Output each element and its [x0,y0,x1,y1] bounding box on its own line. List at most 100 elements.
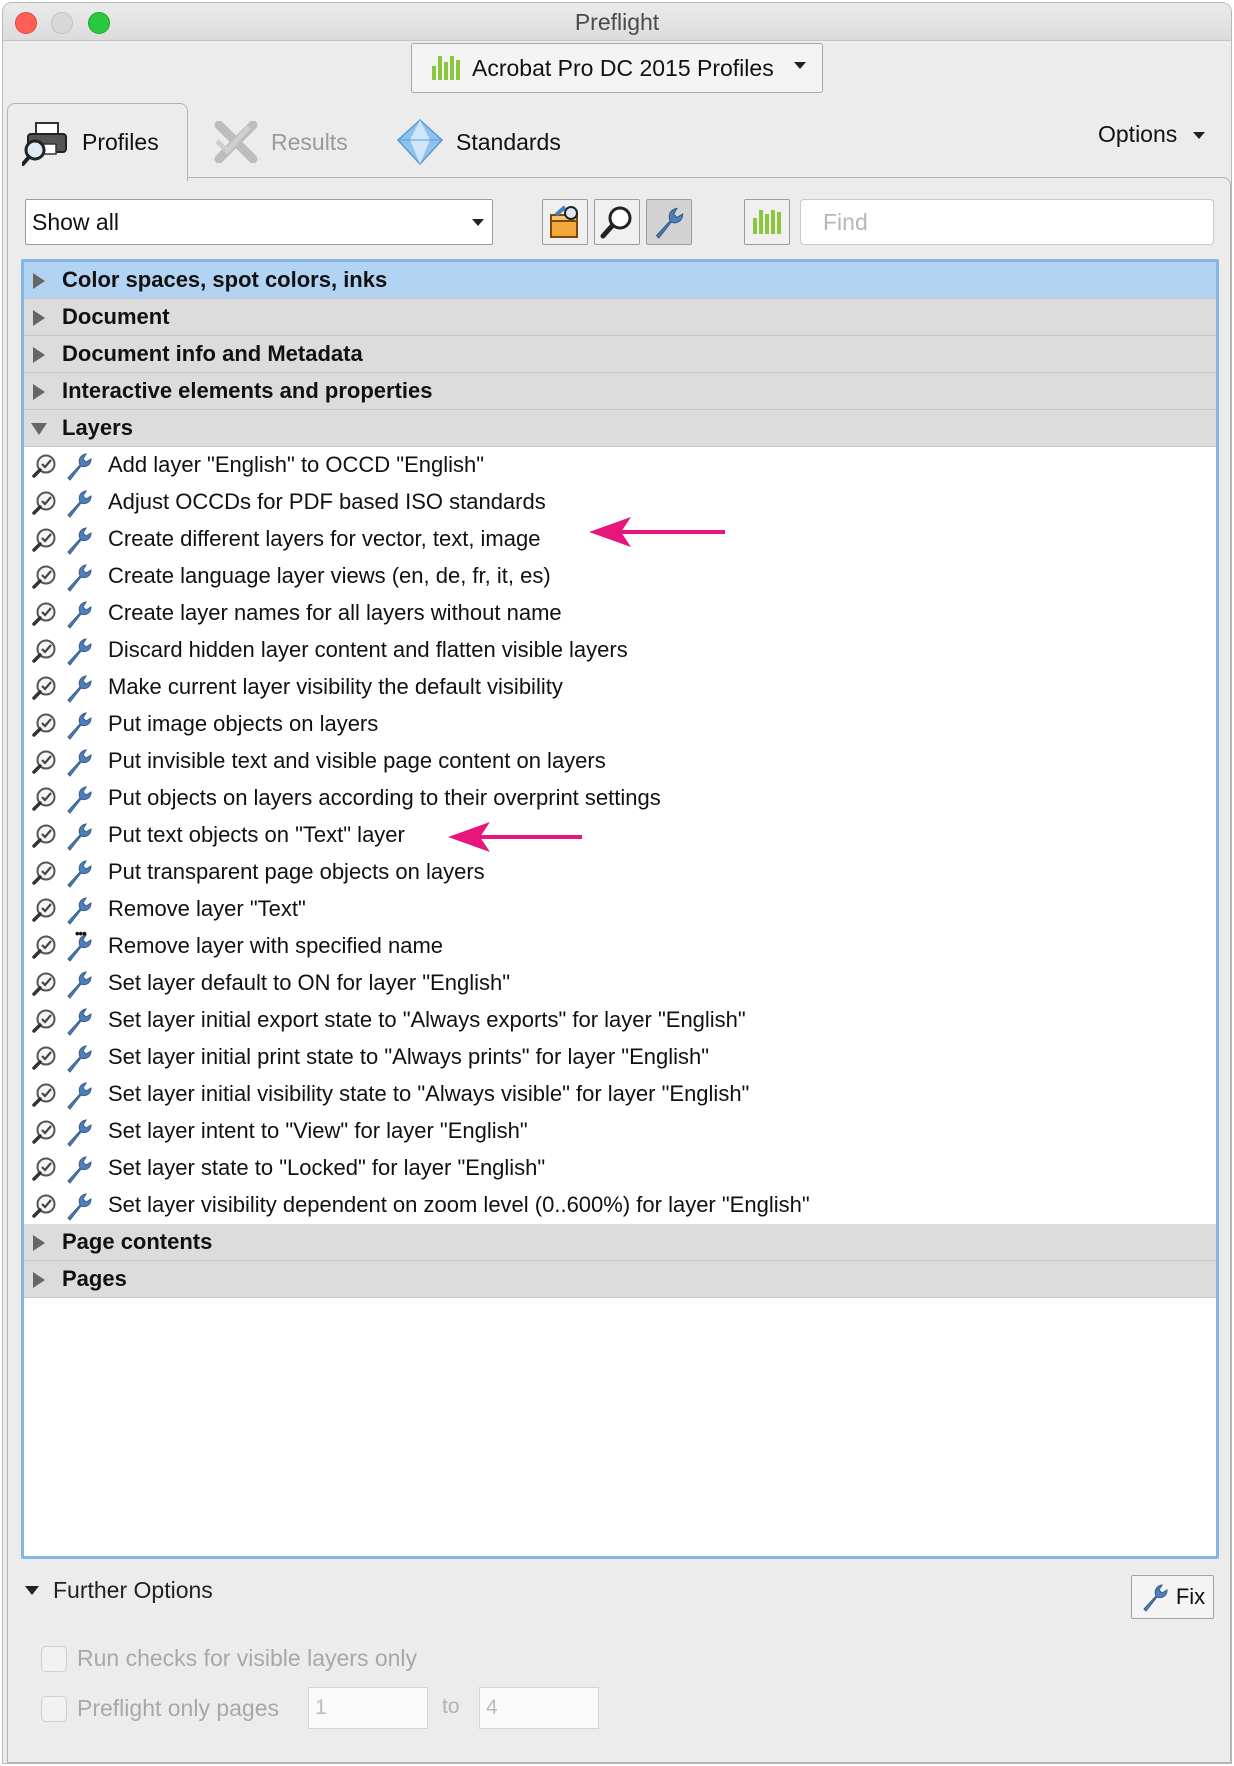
tab-results[interactable]: Results [213,103,348,181]
tab-profiles[interactable]: Profiles [7,103,188,181]
fixup-row[interactable]: Create language layer views (en, de, fr,… [24,558,1216,595]
fix-button[interactable]: Fix [1131,1575,1214,1619]
fixups-list-body: Color spaces, spot colors, inks Document D… [24,262,1216,1298]
fixup-row[interactable]: Remove layer "Text" [24,891,1216,928]
disclosure-right-icon[interactable] [33,1235,45,1251]
category-row[interactable]: Page contents [24,1224,1216,1261]
check-magnifier-icon [32,564,58,590]
title-bar: Preflight [3,3,1231,41]
visible-layers-only-checkbox[interactable] [41,1645,67,1672]
fixup-row[interactable]: Create layer names for all layers withou… [24,595,1216,632]
wrench-icon [64,599,94,629]
category-label: Interactive elements and properties [62,378,433,403]
check-magnifier-icon [32,1119,58,1145]
further-options-toggle[interactable]: Further Options [25,1577,213,1604]
fixup-row[interactable]: Make current layer visibility the defaul… [24,669,1216,706]
fixup-label: Put text objects on "Text" layer [108,822,405,847]
wrench-icon [64,858,94,888]
show-checks-button[interactable] [594,199,640,245]
fixup-label: Set layer initial visibility state to "A… [108,1081,750,1106]
annotation-arrow [589,517,725,547]
wrench-icon [64,1006,94,1036]
fixup-row[interactable]: Put text objects on "Text" layer [24,817,1216,854]
fixup-label: Add layer "English" to OCCD "English" [108,452,485,477]
wrench-icon [64,969,94,999]
create-profile-button[interactable] [542,199,588,245]
category-row[interactable]: Document info and Metadata [24,336,1216,373]
wrench-icon [64,895,94,925]
chevron-down-icon [472,219,484,226]
tab-standards[interactable]: Standards [396,103,561,181]
disclosure-down-icon[interactable] [31,423,47,435]
category-label: Page contents [62,1229,213,1254]
fixup-row[interactable]: Set layer state to "Locked" for layer "E… [24,1150,1216,1187]
fixup-row[interactable]: Put transparent page objects on layers [24,854,1216,891]
preflight-only-pages-checkbox[interactable] [41,1695,67,1722]
fixup-row[interactable]: Set layer initial print state to "Always… [24,1039,1216,1076]
wrench-icon [64,1080,94,1110]
category-row[interactable]: Color spaces, spot colors, inks [24,262,1216,299]
preflight-only-pages-label: Preflight only pages [77,1695,280,1721]
wrench-icon [652,205,686,239]
disclosure-right-icon[interactable] [33,1272,45,1288]
check-magnifier-icon [32,897,58,923]
fixup-row[interactable]: Set layer default to ON for layer "Engli… [24,965,1216,1002]
fixup-row[interactable]: ••• Remove layer with specified name [24,926,1216,965]
category-row[interactable]: Document [24,299,1216,336]
further-options-label: Further Options [53,1577,213,1603]
fixup-row[interactable]: Set layer initial export state to "Alway… [24,1002,1216,1039]
category-label: Document info and Metadata [62,341,363,366]
filter-value: Show all [32,208,119,235]
fix-button-label: Fix [1175,1584,1206,1609]
page-from-input[interactable]: 1 [308,1687,428,1729]
profile-library-dropdown[interactable]: Acrobat Pro DC 2015 Profiles [411,43,823,93]
diamond-icon [396,118,444,166]
preflight-window: Preflight Acrobat Pro DC 2015 Profiles P… [2,2,1232,1764]
fixup-row[interactable]: Set layer visibility dependent on zoom l… [24,1187,1216,1224]
check-magnifier-icon [32,823,58,849]
fixup-row[interactable]: Add layer "English" to OCCD "English" [24,447,1216,484]
page-to-input[interactable]: 4 [479,1687,599,1729]
fixups-list[interactable]: Color spaces, spot colors, inks Document D… [21,259,1219,1559]
show-fixups-button[interactable] [646,199,692,245]
profile-bars-icon [432,56,460,80]
search-input[interactable] [800,199,1214,245]
fixup-row[interactable]: Put objects on layers according to their… [24,780,1216,817]
fixup-label: Set layer state to "Locked" for layer "E… [108,1155,546,1180]
options-menu[interactable]: Options [1098,121,1206,148]
fixup-row[interactable]: Set layer initial visibility state to "A… [24,1076,1216,1113]
filter-dropdown[interactable]: Show all [25,199,493,245]
wrench-icon [64,562,94,592]
check-magnifier-icon [32,490,58,516]
check-magnifier-icon [32,675,58,701]
fixup-label: Set layer visibility dependent on zoom l… [108,1192,810,1217]
chevron-down-icon [794,62,806,69]
tab-profiles-label: Profiles [82,129,159,155]
disclosure-right-icon[interactable] [33,273,45,289]
fixup-label: Set layer intent to "View" for layer "En… [108,1118,528,1143]
fixup-row[interactable]: Put image objects on layers [24,706,1216,743]
fixup-row[interactable]: Discard hidden layer content and flatten… [24,632,1216,669]
check-magnifier-icon [32,712,58,738]
printer-magnifier-icon [22,120,70,166]
disclosure-right-icon[interactable] [33,384,45,400]
check-magnifier-icon [32,638,58,664]
fixup-row[interactable]: Adjust OCCDs for PDF based ISO standards [24,484,1216,521]
preflight-only-pages-option[interactable]: Preflight only pages [41,1695,279,1722]
fixup-label: Create different layers for vector, text… [108,526,541,551]
disclosure-right-icon[interactable] [33,310,45,326]
category-row[interactable]: Pages [24,1261,1216,1298]
fixup-label: Put invisible text and visible page cont… [108,748,606,773]
visible-layers-only-option[interactable]: Run checks for visible layers only [41,1645,417,1672]
show-profiles-button[interactable] [744,199,790,245]
fixup-row[interactable]: Set layer intent to "View" for layer "En… [24,1113,1216,1150]
category-row[interactable]: Interactive elements and properties [24,373,1216,410]
fixup-label: Adjust OCCDs for PDF based ISO standards [108,489,546,514]
category-label: Document [62,304,170,329]
fixup-label: Discard hidden layer content and flatten… [108,637,628,662]
fixup-row[interactable]: Put invisible text and visible page cont… [24,743,1216,780]
category-row[interactable]: Layers [24,410,1216,447]
disclosure-right-icon[interactable] [33,347,45,363]
wrench-icon [64,636,94,666]
category-label: Color spaces, spot colors, inks [62,267,388,292]
